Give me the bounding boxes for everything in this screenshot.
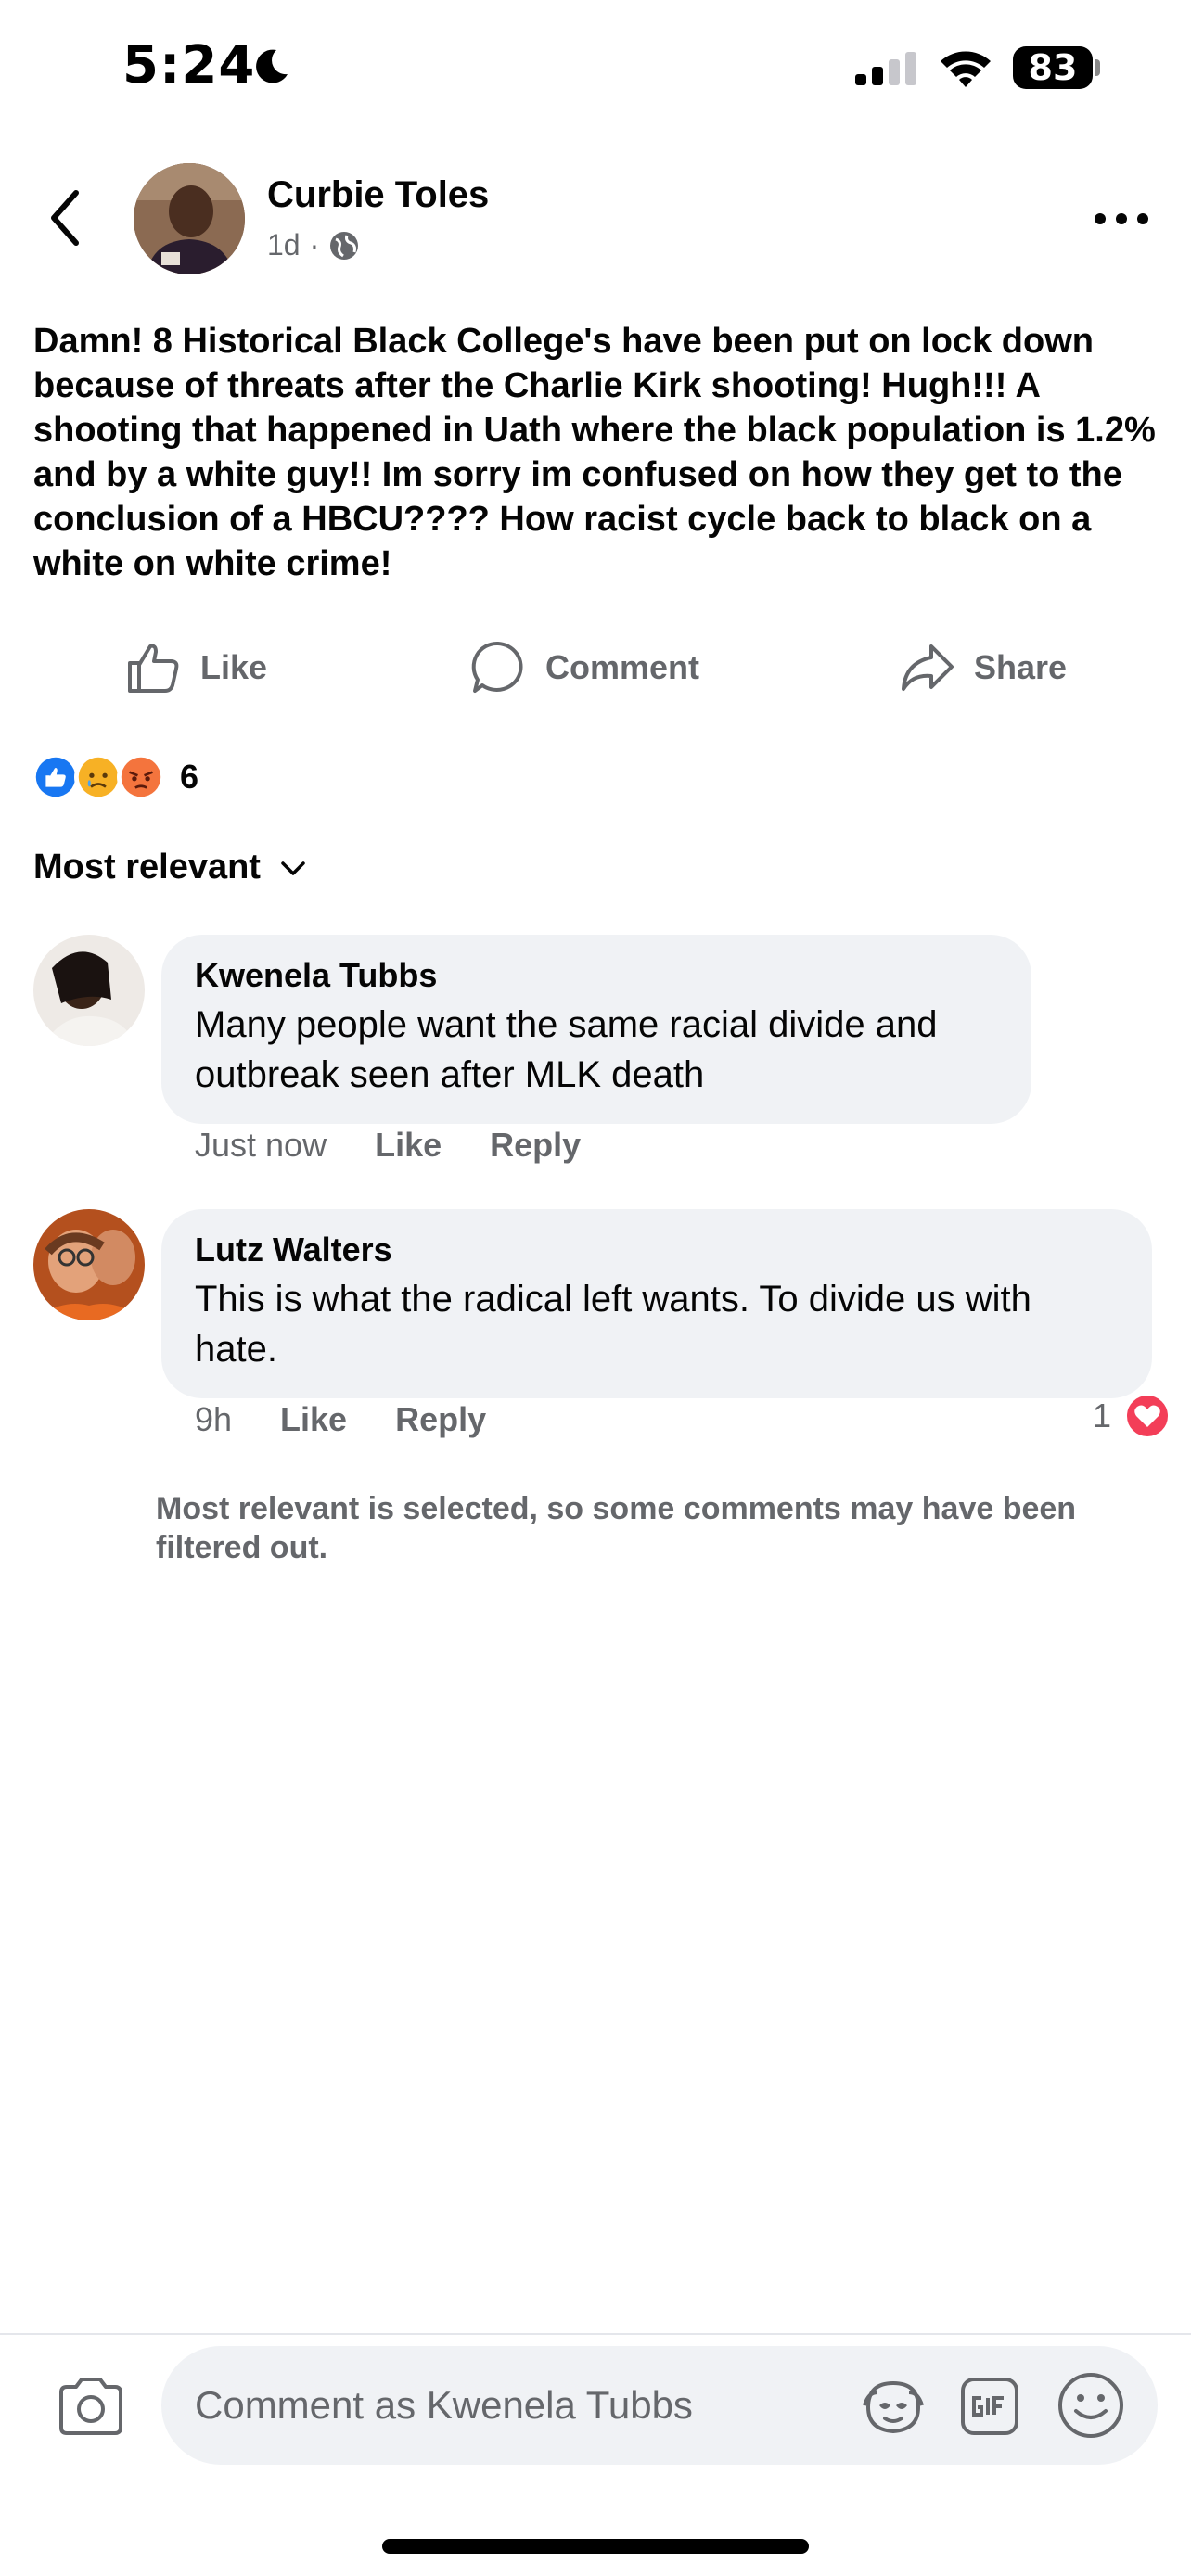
comment-time: Just now (195, 1126, 327, 1164)
status-time: 5:24 (122, 35, 256, 96)
comment-meta: 9h Like Reply (195, 1400, 486, 1439)
more-options-icon[interactable] (1091, 202, 1152, 236)
gif-icon[interactable] (959, 2376, 1020, 2437)
cellular-signal-icon (855, 52, 916, 85)
love-reaction-icon (1125, 1394, 1171, 1438)
comment-button[interactable]: Comment (469, 631, 699, 705)
comment-reaction-count[interactable]: 1 (1093, 1393, 1171, 1439)
comment-bubble[interactable]: Lutz Walters This is what the radical le… (161, 1209, 1152, 1398)
reaction-count: 6 (180, 758, 199, 796)
comment-bubble-icon (471, 641, 523, 693)
battery-level: 83 (1013, 46, 1093, 89)
emoji-icon[interactable] (1056, 2370, 1126, 2441)
composer-divider (0, 2333, 1191, 2335)
home-indicator[interactable] (382, 2539, 809, 2554)
comment-like-button[interactable]: Like (280, 1400, 347, 1439)
author-avatar[interactable] (134, 163, 245, 274)
author-name[interactable]: Curbie Toles (267, 174, 489, 216)
comment-sort-dropdown[interactable]: Most relevant (33, 848, 309, 887)
chevron-down-icon (281, 861, 305, 875)
post-time: 1d (267, 228, 301, 261)
like-label: Like (200, 648, 268, 686)
share-button[interactable]: Share (898, 631, 1067, 705)
sort-label: Most relevant (33, 848, 261, 886)
comment-author[interactable]: Lutz Walters (195, 1230, 1119, 1270)
comment-bubble[interactable]: Kwenela Tubbs Many people want the same … (161, 935, 1031, 1124)
wifi-icon (941, 51, 991, 87)
comment-input[interactable] (195, 2346, 844, 2465)
sad-reaction-icon (74, 753, 122, 801)
share-arrow-icon (902, 644, 954, 691)
comment-meta: Just now Like Reply (195, 1126, 581, 1165)
post-text: Damn! 8 Historical Black College's have … (33, 322, 1156, 583)
back-arrow-icon[interactable] (43, 185, 89, 250)
commenter-avatar[interactable] (33, 1209, 145, 1320)
thumbs-up-icon (128, 644, 179, 693)
avatar-sticker-icon[interactable] (859, 2372, 928, 2441)
like-reaction-icon (32, 753, 80, 801)
moon-icon (256, 49, 288, 83)
share-label: Share (974, 648, 1068, 686)
comment-time: 9h (195, 1400, 233, 1438)
like-button[interactable]: Like (124, 631, 267, 705)
angry-reaction-icon (117, 753, 165, 801)
comment-text: This is what the radical left wants. To … (195, 1279, 1031, 1370)
comment-reaction-number: 1 (1093, 1396, 1112, 1435)
status-bar: 5:24 83 (0, 0, 1191, 139)
post-meta: 1d · (267, 228, 360, 262)
comment-reply-button[interactable]: Reply (395, 1400, 486, 1439)
meta-separator: · (309, 228, 320, 261)
post-action-bar: Like Comment Share (0, 631, 1191, 705)
battery-cap (1095, 59, 1100, 76)
reaction-summary[interactable]: 6 (32, 751, 198, 803)
comment-composer (161, 2346, 1158, 2465)
comment-like-button[interactable]: Like (375, 1126, 442, 1165)
filter-note: Most relevant is selected, so some comme… (156, 1491, 1077, 1565)
comment-author[interactable]: Kwenela Tubbs (195, 955, 998, 996)
comment-reply-button[interactable]: Reply (490, 1126, 581, 1165)
camera-icon[interactable] (56, 2376, 126, 2437)
globe-icon (330, 231, 359, 260)
comment-label: Comment (545, 648, 700, 686)
commenter-avatar[interactable] (33, 935, 145, 1046)
comment-text: Many people want the same racial divide … (195, 1004, 938, 1095)
